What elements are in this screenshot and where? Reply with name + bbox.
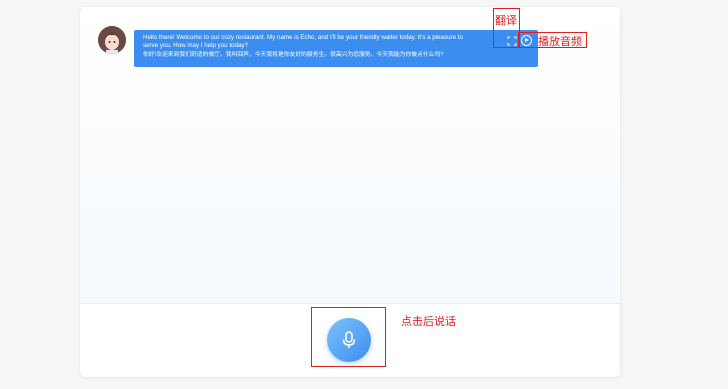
- message-list: Hello there! Welcome to our cozy restaur…: [80, 7, 620, 303]
- play-annotation: 播放音频: [538, 36, 582, 48]
- message-text-en-line1: Hello there! Welcome to our cozy restaur…: [143, 34, 463, 41]
- message-text-zh: 你好!欢迎来到我们舒适的餐厅。我叫回声，今天我将是你友好的服务生。很高兴为您服务…: [143, 52, 444, 58]
- translate-annotation: 翻译: [495, 15, 517, 27]
- message-text-en-line2: serve you. How may I help you today?: [143, 42, 248, 49]
- avatar-icon: [98, 26, 126, 54]
- mic-annotation: 点击后说话: [401, 316, 456, 328]
- mic-highlight: [311, 307, 386, 367]
- message-bubble: Hello there! Welcome to our cozy restaur…: [134, 30, 538, 67]
